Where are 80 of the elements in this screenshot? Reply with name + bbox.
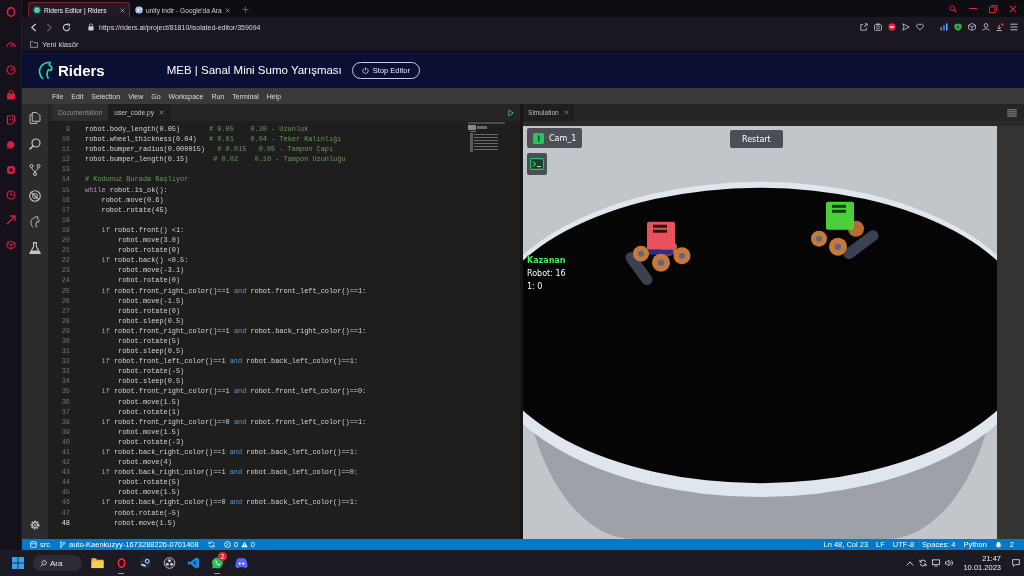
heart-icon[interactable] [916, 23, 924, 31]
close-icon[interactable] [120, 7, 125, 13]
close-icon[interactable] [158, 110, 164, 115]
search-icon[interactable] [949, 4, 957, 13]
record-icon[interactable] [888, 23, 896, 31]
chevron-up-icon[interactable] [906, 560, 915, 566]
gauge-icon[interactable] [5, 40, 16, 50]
warning-icon[interactable] [240, 541, 248, 548]
chat-bubble-icon[interactable] [5, 140, 16, 150]
ribbon-icon [186, 557, 200, 569]
person-icon[interactable] [982, 23, 990, 31]
share-icon[interactable] [860, 23, 868, 31]
arrow-icon[interactable] [5, 215, 16, 225]
score-text: 1: 0 [527, 282, 543, 291]
list-icon[interactable] [1007, 108, 1017, 117]
knob-icon [138, 557, 152, 569]
aperture-icon [162, 557, 176, 569]
horse-head-icon [38, 60, 53, 80]
speaker-icon[interactable] [945, 559, 954, 567]
search-field[interactable]: Ara [33, 555, 82, 571]
monitor-icon[interactable] [932, 559, 941, 567]
restart-button[interactable]: Restart [730, 130, 783, 148]
sync-icon[interactable] [919, 559, 928, 567]
cube-icon[interactable] [968, 23, 976, 31]
folder-icon [90, 557, 104, 569]
maximize-icon[interactable] [989, 4, 997, 13]
error-icon[interactable] [223, 541, 231, 548]
send-icon[interactable] [902, 23, 910, 31]
camera-icon[interactable] [874, 23, 882, 31]
disc-icon [135, 6, 143, 14]
speech-bubble-icon[interactable] [1012, 559, 1020, 567]
files-icon[interactable] [29, 112, 41, 124]
close-icon[interactable] [563, 110, 569, 115]
close-icon[interactable] [224, 7, 230, 13]
ring-icon [114, 557, 128, 569]
page-title: MEB | Sanal Mini Sumo Yarışması [166, 64, 342, 76]
ring-icon[interactable] [5, 7, 16, 17]
four-squares-icon[interactable] [12, 557, 24, 569]
reload-icon[interactable] [62, 22, 71, 32]
search-icon[interactable] [29, 138, 41, 150]
robot-drawing [625, 221, 691, 286]
branch-icon[interactable] [59, 541, 66, 548]
menu-icon[interactable] [1010, 23, 1018, 31]
minimap-drawing [468, 122, 505, 152]
camera-icon[interactable] [5, 165, 16, 175]
fork-icon[interactable] [29, 164, 41, 176]
power-icon [361, 66, 369, 74]
plus-icon[interactable] [242, 6, 249, 13]
terminal-icon [530, 158, 544, 170]
circle-icon [33, 6, 41, 14]
bell-icon[interactable] [994, 541, 1002, 548]
bag-icon[interactable] [5, 90, 16, 100]
search-icon [40, 559, 47, 567]
forward-icon[interactable] [46, 22, 53, 32]
chat-bubble-icon [210, 557, 224, 569]
winner-label: Kazanan [527, 256, 566, 265]
key-icon [533, 132, 544, 144]
close-icon[interactable] [1009, 4, 1017, 13]
bars-icon[interactable] [940, 23, 948, 31]
gauge-icon[interactable] [5, 65, 16, 75]
clock-icon[interactable] [5, 190, 16, 200]
gamepad-icon [234, 557, 248, 569]
blocked-circle-icon[interactable] [29, 190, 41, 202]
horse-head-icon[interactable] [29, 216, 41, 228]
minimize-icon[interactable] [969, 7, 977, 10]
camera-button[interactable]: Cam_1 [527, 128, 583, 148]
box-icon[interactable] [5, 115, 16, 125]
download-icon[interactable] [996, 23, 1004, 31]
logo-text: Riders [58, 61, 105, 79]
play-icon[interactable] [508, 108, 514, 117]
back-icon[interactable] [30, 22, 37, 32]
score-text: Robot: 16 [527, 269, 566, 278]
shield-icon[interactable] [954, 23, 962, 31]
flask-icon[interactable] [29, 242, 41, 254]
terminal-button[interactable] [527, 153, 547, 175]
folder-icon [30, 40, 38, 48]
cube-icon[interactable] [5, 240, 16, 250]
robot-drawing [811, 201, 879, 260]
settings-icon[interactable] [29, 519, 41, 531]
lock-icon [88, 23, 94, 31]
